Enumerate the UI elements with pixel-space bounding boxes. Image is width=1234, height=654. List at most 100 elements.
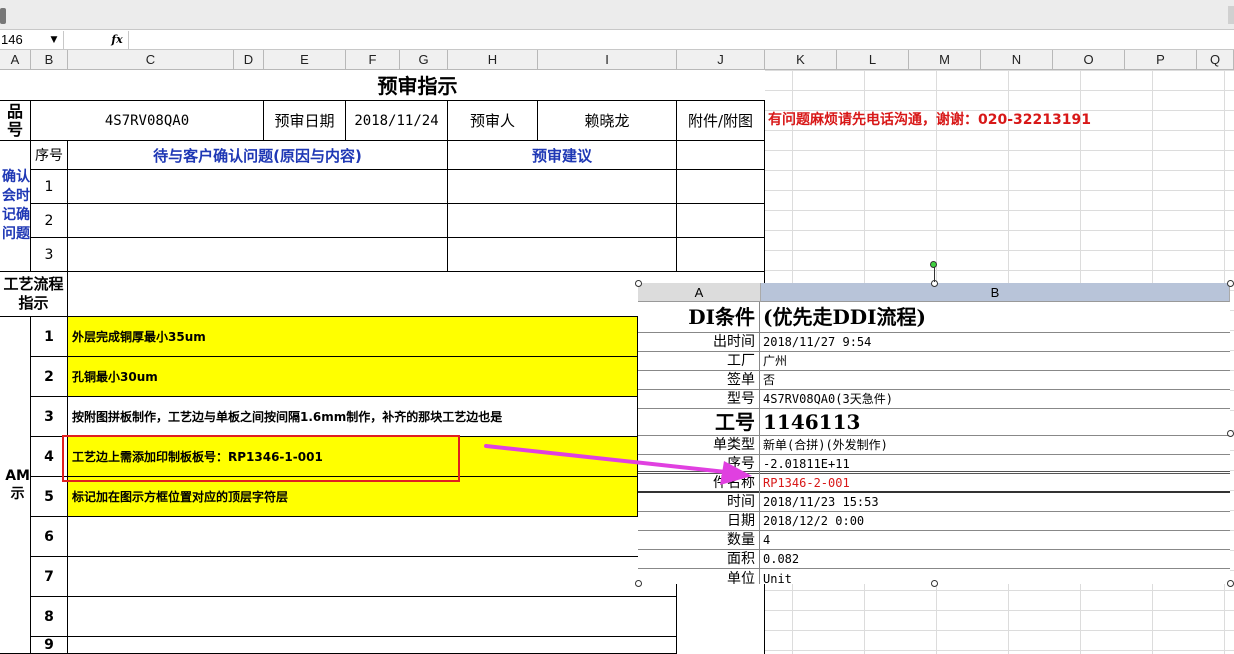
overlay-value[interactable]: 否: [761, 371, 1230, 390]
overlay-value[interactable]: 2018/11/27 9:54: [761, 333, 1230, 352]
attachment-cell[interactable]: [677, 170, 765, 204]
confirm-advice-cell[interactable]: [448, 238, 677, 272]
column-header[interactable]: I: [538, 50, 677, 70]
process-side-label[interactable]: 工艺流程 指示: [0, 272, 68, 317]
confirm-issue-cell[interactable]: [68, 238, 448, 272]
overlay-label[interactable]: 面积: [638, 550, 760, 569]
reviewer-name[interactable]: 赖晓龙: [538, 100, 677, 141]
overlay-label[interactable]: 数量: [638, 531, 760, 550]
confirm-issue-cell[interactable]: [68, 170, 448, 204]
function-icon[interactable]: fx: [108, 31, 126, 49]
resize-handle[interactable]: [1227, 580, 1234, 587]
column-header[interactable]: P: [1125, 50, 1197, 70]
overlay-label[interactable]: 型号: [638, 390, 760, 409]
overlay-value[interactable]: 4: [761, 531, 1230, 550]
process-row-no[interactable]: 2: [31, 357, 68, 397]
overlay-label[interactable]: DI条件: [638, 302, 760, 333]
column-header[interactable]: M: [909, 50, 981, 70]
advice-header[interactable]: 预审建议: [448, 141, 677, 170]
column-header[interactable]: J: [677, 50, 765, 70]
overlay-column-header[interactable]: A: [638, 283, 761, 302]
confirm-row-no[interactable]: 1: [31, 170, 68, 204]
process-step[interactable]: [68, 597, 677, 637]
process-row-no[interactable]: 5: [31, 477, 68, 517]
overlay-value[interactable]: 新单(合拼)(外发制作): [761, 436, 1230, 455]
process-step[interactable]: 按附图拼板制作，工艺边与单板之间按间隔1.6mm制作，补齐的那块工艺边也是: [68, 397, 638, 437]
resize-handle[interactable]: [931, 580, 938, 587]
overlay-label[interactable]: 时间: [638, 493, 760, 512]
column-header[interactable]: E: [264, 50, 346, 70]
overlay-value[interactable]: 1146113: [761, 409, 1230, 436]
cam-side-label[interactable]: AM 示: [0, 317, 31, 654]
overlay-label[interactable]: 出时间: [638, 333, 760, 352]
overlay-label[interactable]: 日期: [638, 512, 760, 531]
process-step[interactable]: 孔铜最小30um: [68, 357, 638, 397]
attachment-label[interactable]: 附件/附图: [677, 100, 765, 141]
confirm-row-no[interactable]: 2: [31, 204, 68, 238]
overlay-label[interactable]: 工号: [638, 409, 760, 436]
resize-handle[interactable]: [1227, 280, 1234, 287]
process-row-no[interactable]: 9: [31, 637, 68, 654]
overlay-value[interactable]: 2018/11/23 15:53: [761, 493, 1230, 512]
contact-note[interactable]: 有问题麻烦请先电话沟通，谢谢：020-32213191: [768, 110, 1228, 130]
overlay-value[interactable]: 4S7RV08QA0(3天急件): [761, 390, 1230, 409]
confirm-row-no[interactable]: 3: [31, 238, 68, 272]
confirm-advice-cell[interactable]: [448, 204, 677, 238]
window-control[interactable]: [1228, 6, 1234, 24]
formula-input[interactable]: [128, 31, 1234, 49]
resize-handle[interactable]: [635, 280, 642, 287]
reviewer-label[interactable]: 预审人: [448, 100, 538, 141]
arrow-head: [720, 461, 752, 485]
overlay-column-header[interactable]: B: [761, 283, 1230, 302]
overlay-label[interactable]: 单位: [638, 569, 760, 584]
overlay-value[interactable]: (优先走DDI流程): [761, 302, 1230, 333]
confirm-issue-cell[interactable]: [68, 204, 448, 238]
overlay-value[interactable]: 0.082: [761, 550, 1230, 569]
resize-handle[interactable]: [1227, 430, 1234, 437]
process-step[interactable]: [68, 517, 677, 557]
resize-handle[interactable]: [635, 580, 642, 587]
process-row-no[interactable]: 6: [31, 517, 68, 557]
column-header[interactable]: O: [1053, 50, 1125, 70]
process-row-no[interactable]: 8: [31, 597, 68, 637]
confirm-side-label[interactable]: 确认 会时 记确 问题: [0, 141, 31, 272]
attachment-cell[interactable]: [677, 204, 765, 238]
column-header[interactable]: D: [234, 50, 264, 70]
attachment-cell[interactable]: [677, 238, 765, 272]
column-header[interactable]: L: [837, 50, 909, 70]
name-box-dropdown-icon[interactable]: ▼: [48, 31, 60, 49]
column-header[interactable]: A: [0, 50, 31, 70]
seq-header[interactable]: 序号: [31, 141, 68, 170]
column-header[interactable]: C: [68, 50, 234, 70]
title-bar: [0, 0, 1234, 30]
app-icon[interactable]: [0, 8, 6, 24]
column-header[interactable]: H: [448, 50, 538, 70]
column-header[interactable]: K: [765, 50, 837, 70]
part-number-cell[interactable]: 4S7RV08QA0: [31, 100, 264, 141]
overlay-label[interactable]: 工厂: [638, 352, 760, 371]
overlay-value-highlighted[interactable]: RP1346-2-001: [761, 474, 1230, 493]
column-header[interactable]: B: [31, 50, 68, 70]
attachment-cell[interactable]: [677, 141, 765, 170]
overlay-value[interactable]: 2018/12/2 0:00: [761, 512, 1230, 531]
rotate-handle[interactable]: [930, 261, 937, 268]
process-row-no[interactable]: 1: [31, 317, 68, 357]
process-step[interactable]: [68, 557, 677, 597]
process-step[interactable]: 外层完成铜厚最小35um: [68, 317, 638, 357]
review-date-label[interactable]: 预审日期: [264, 100, 346, 141]
overlay-value[interactable]: 广州: [761, 352, 1230, 371]
overlay-label[interactable]: 签单: [638, 371, 760, 390]
column-header[interactable]: G: [400, 50, 448, 70]
column-header[interactable]: N: [981, 50, 1053, 70]
issue-header[interactable]: 待与客户确认问题(原因与内容): [68, 141, 448, 170]
column-header[interactable]: Q: [1197, 50, 1234, 70]
product-label[interactable]: 品 号: [0, 100, 31, 141]
overlay-value[interactable]: -2.01811E+11: [761, 455, 1230, 474]
process-row-no[interactable]: 7: [31, 557, 68, 597]
confirm-advice-cell[interactable]: [448, 170, 677, 204]
column-header[interactable]: F: [346, 50, 400, 70]
process-step[interactable]: [68, 637, 677, 654]
process-row-no[interactable]: 3: [31, 397, 68, 437]
review-date-value[interactable]: 2018/11/24: [346, 100, 448, 141]
overlay-value[interactable]: Unit: [761, 569, 1230, 584]
